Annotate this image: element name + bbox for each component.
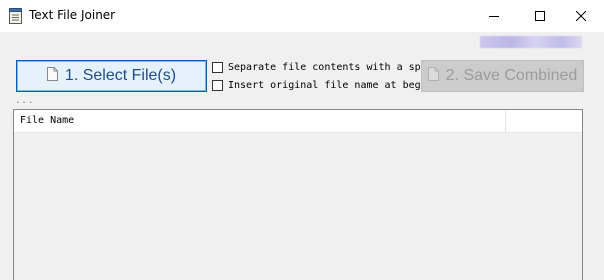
separate-with-space-option[interactable]: Separate file contents with a space xyxy=(212,60,439,74)
blurred-watermark xyxy=(480,36,582,48)
separator-dots: ... xyxy=(15,96,35,106)
window-title: Text File Joiner xyxy=(29,8,116,22)
title-bar: Text File Joiner xyxy=(0,0,604,32)
minimize-icon xyxy=(489,16,499,17)
separate-with-space-checkbox[interactable] xyxy=(212,61,223,73)
list-header: File Name xyxy=(14,110,582,133)
document-icon xyxy=(46,66,58,86)
select-files-label: 1. Select File(s) xyxy=(64,67,177,84)
save-combined-label: 2. Save Combined xyxy=(445,67,578,84)
column-header-blank[interactable] xyxy=(506,110,582,132)
minimize-button[interactable] xyxy=(471,0,517,32)
document-icon xyxy=(427,66,439,86)
maximize-button[interactable] xyxy=(517,0,563,32)
separate-with-space-label: Separate file contents with a space xyxy=(228,61,439,73)
close-button[interactable] xyxy=(558,0,604,32)
maximize-icon xyxy=(535,11,545,21)
close-icon xyxy=(576,11,586,21)
select-files-button[interactable]: 1. Select File(s) xyxy=(16,60,207,92)
save-combined-button[interactable]: 2. Save Combined xyxy=(421,60,584,92)
file-list[interactable]: File Name xyxy=(13,109,583,280)
notepad-app-icon xyxy=(9,8,23,24)
insert-filename-checkbox[interactable] xyxy=(212,79,223,91)
column-header-file-name[interactable]: File Name xyxy=(14,110,506,132)
